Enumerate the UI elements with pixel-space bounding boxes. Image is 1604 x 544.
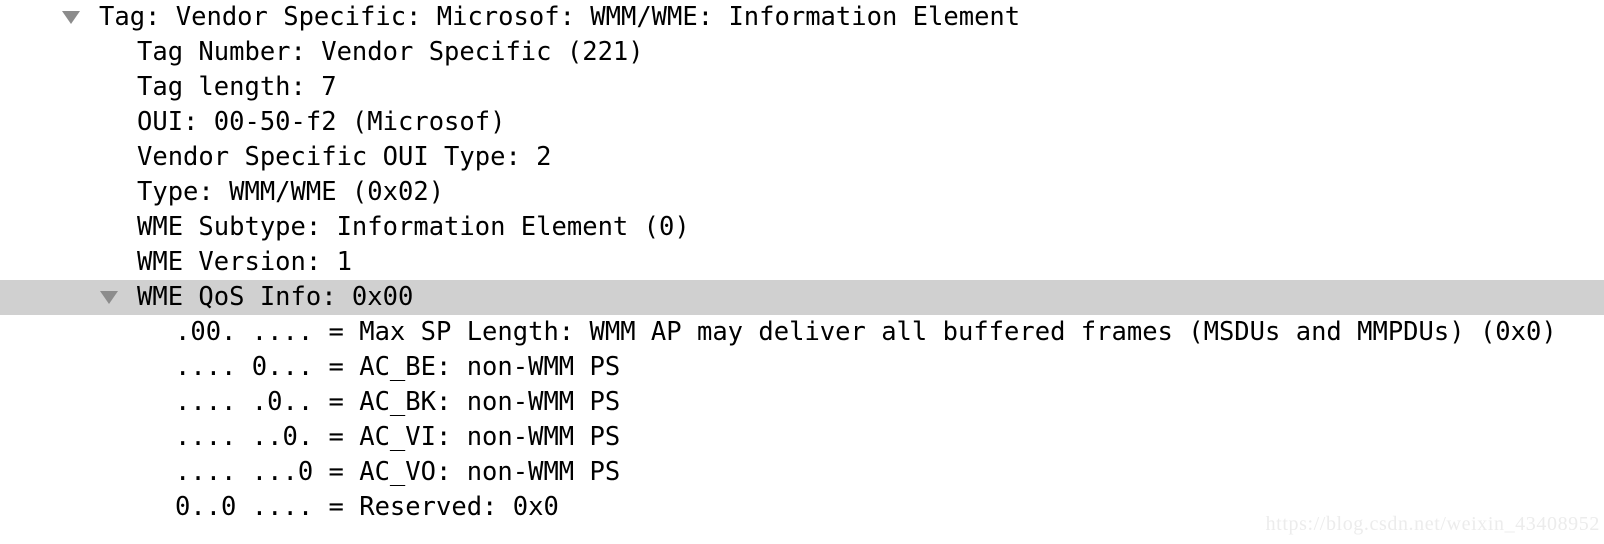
tree-row-label: .... ..0. = AC_VI: non-WMM PS [175, 422, 621, 452]
tree-row[interactable]: WME Subtype: Information Element (0) [0, 210, 1604, 245]
chevron-down-icon[interactable] [60, 0, 82, 35]
tree-row[interactable]: .... ...0 = AC_VO: non-WMM PS [0, 455, 1604, 490]
tree-row[interactable]: OUI: 00-50-f2 (Microsof) [0, 105, 1604, 140]
chevron-down-icon[interactable] [98, 280, 120, 315]
tree-row-label: Tag length: 7 [137, 72, 337, 102]
tree-row[interactable]: .00. .... = Max SP Length: WMM AP may de… [0, 315, 1604, 350]
tree-row-label: .... .0.. = AC_BK: non-WMM PS [175, 387, 621, 417]
packet-details-tree[interactable]: Tag: Vendor Specific: Microsof: WMM/WME:… [0, 0, 1604, 544]
tree-row-label: WME Version: 1 [137, 247, 352, 277]
tree-row[interactable]: Tag: Vendor Specific: Microsof: WMM/WME:… [0, 0, 1604, 35]
tree-row-label: WME QoS Info: 0x00 [137, 282, 414, 312]
tree-row[interactable]: .... ..0. = AC_VI: non-WMM PS [0, 420, 1604, 455]
tree-row-label: 0..0 .... = Reserved: 0x0 [175, 492, 559, 522]
tree-row[interactable]: Vendor Specific OUI Type: 2 [0, 140, 1604, 175]
tree-row[interactable]: WME QoS Info: 0x00 [0, 280, 1604, 315]
tree-row[interactable]: Type: WMM/WME (0x02) [0, 175, 1604, 210]
watermark-text: https://blog.csdn.net/weixin_43408952 [1265, 513, 1600, 535]
tree-row[interactable]: .... .0.. = AC_BK: non-WMM PS [0, 385, 1604, 420]
tree-row-label: OUI: 00-50-f2 (Microsof) [137, 107, 506, 137]
tree-row-label: .... 0... = AC_BE: non-WMM PS [175, 352, 621, 382]
tree-row-label: Tag: Vendor Specific: Microsof: WMM/WME:… [99, 2, 1021, 32]
tree-row[interactable]: .... 0... = AC_BE: non-WMM PS [0, 350, 1604, 385]
tree-row[interactable]: WME Version: 1 [0, 245, 1604, 280]
tree-row[interactable]: Tag Number: Vendor Specific (221) [0, 35, 1604, 70]
tree-row-label: Vendor Specific OUI Type: 2 [137, 142, 552, 172]
tree-row-label: .00. .... = Max SP Length: WMM AP may de… [175, 317, 1557, 347]
tree-row-label: WME Subtype: Information Element (0) [137, 212, 690, 242]
tree-row-label: .... ...0 = AC_VO: non-WMM PS [175, 457, 621, 487]
tree-row[interactable]: Tag length: 7 [0, 70, 1604, 105]
tree-row-label: Type: WMM/WME (0x02) [137, 177, 445, 207]
tree-row-label: Tag Number: Vendor Specific (221) [137, 37, 644, 67]
